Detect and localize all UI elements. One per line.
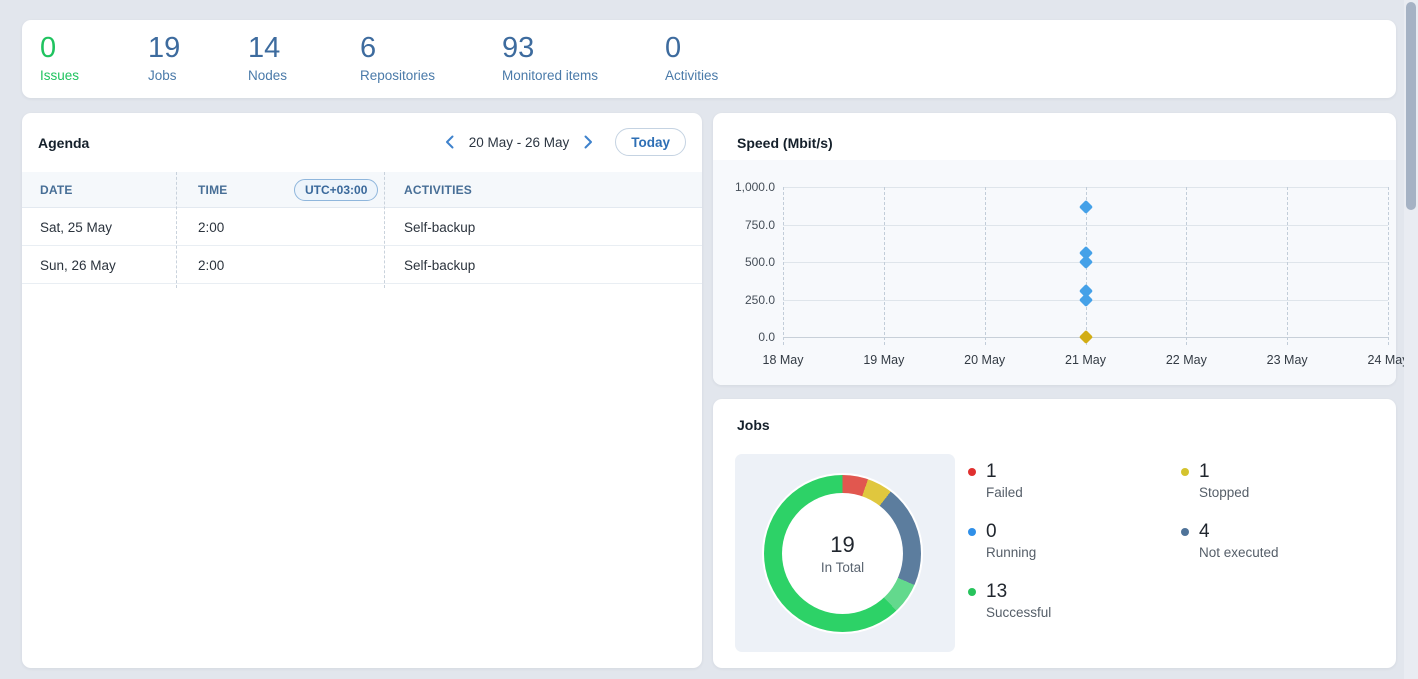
stat-repositories-label: Repositories <box>360 68 435 83</box>
v-gridline <box>1186 187 1187 345</box>
speed-plot-area <box>783 187 1388 337</box>
jobs-panel: Jobs 19 In Total 1 Failed 0 Running <box>713 399 1396 668</box>
not-executed-status-dot-icon <box>1181 528 1189 536</box>
jobs-legend-column-1: 1 Failed 0 Running 13 Successful <box>968 461 1051 641</box>
y-tick-label: 250.0 <box>715 293 775 307</box>
legend-item-not-executed[interactable]: 4 Not executed <box>1181 521 1279 581</box>
running-status-dot-icon <box>968 528 976 536</box>
x-tick-label: 21 May <box>1046 353 1126 367</box>
x-tick-label: 20 May <box>945 353 1025 367</box>
column-header-time: TIME <box>198 172 227 208</box>
agenda-panel: Agenda 20 May - 26 May Today DATE TIME U… <box>22 113 702 668</box>
agenda-title: Agenda <box>38 135 89 151</box>
stats-summary-card: 0 Issues 19 Jobs 14 Nodes 6 Repositories… <box>22 20 1396 98</box>
legend-not-executed-label: Not executed <box>1199 545 1279 560</box>
stat-activities-value: 0 <box>665 32 718 64</box>
table-row[interactable]: Sat, 25 May 2:00 Self-backup <box>22 208 702 246</box>
speed-data-point <box>1078 255 1092 269</box>
agenda-table-header: DATE TIME UTC+03:00 ACTIVITIES <box>22 172 702 208</box>
agenda-week-navigation: 20 May - 26 May Today <box>439 128 686 156</box>
utc-offset-badge[interactable]: UTC+03:00 <box>294 179 378 201</box>
stat-jobs-label: Jobs <box>148 68 180 83</box>
jobs-donut-container: 19 In Total <box>735 454 955 652</box>
jobs-legend-column-2: 1 Stopped 4 Not executed <box>1181 461 1279 581</box>
jobs-donut-center: 19 In Total <box>782 493 903 614</box>
stat-issues-value: 0 <box>40 32 79 64</box>
failed-status-dot-icon <box>968 468 976 476</box>
legend-item-running[interactable]: 0 Running <box>968 521 1051 581</box>
table-row[interactable]: Sun, 26 May 2:00 Self-backup <box>22 246 702 284</box>
cell-time: 2:00 <box>198 246 224 284</box>
cell-activity: Self-backup <box>404 246 475 284</box>
v-gridline <box>985 187 986 345</box>
previous-week-button[interactable] <box>439 131 461 153</box>
x-tick-label: 18 May <box>743 353 823 367</box>
date-range-label: 20 May - 26 May <box>469 135 570 150</box>
column-divider <box>384 172 385 288</box>
column-header-date: DATE <box>40 172 73 208</box>
legend-running-value: 0 <box>986 521 1051 543</box>
cell-activity: Self-backup <box>404 208 475 246</box>
legend-stopped-label: Stopped <box>1199 485 1279 500</box>
x-tick-label: 22 May <box>1146 353 1226 367</box>
stat-nodes-value: 14 <box>248 32 287 64</box>
legend-running-label: Running <box>986 545 1051 560</box>
legend-not-executed-value: 4 <box>1199 521 1279 543</box>
v-gridline <box>1388 187 1389 345</box>
today-button[interactable]: Today <box>615 128 686 156</box>
speed-data-point <box>1078 293 1092 307</box>
legend-item-stopped[interactable]: 1 Stopped <box>1181 461 1279 521</box>
cell-time: 2:00 <box>198 208 224 246</box>
v-gridline <box>884 187 885 345</box>
cell-date: Sun, 26 May <box>40 246 116 284</box>
x-tick-label: 23 May <box>1247 353 1327 367</box>
stat-activities[interactable]: 0 Activities <box>665 32 718 83</box>
jobs-donut-chart: 19 In Total <box>764 475 921 632</box>
jobs-total-label: In Total <box>821 560 864 575</box>
stat-monitored-items-value: 93 <box>502 32 598 64</box>
stat-monitored-items[interactable]: 93 Monitored items <box>502 32 598 83</box>
legend-item-failed[interactable]: 1 Failed <box>968 461 1051 521</box>
legend-failed-value: 1 <box>986 461 1051 483</box>
speed-chart-title: Speed (Mbit/s) <box>737 135 833 151</box>
stat-activities-label: Activities <box>665 68 718 83</box>
column-divider <box>176 172 177 288</box>
x-tick-label: 19 May <box>844 353 924 367</box>
legend-successful-label: Successful <box>986 605 1051 620</box>
vertical-scrollbar-track[interactable] <box>1404 0 1418 679</box>
y-tick-label: 0.0 <box>715 330 775 344</box>
jobs-title: Jobs <box>737 417 770 433</box>
dashboard: 0 Issues 19 Jobs 14 Nodes 6 Repositories… <box>0 0 1418 679</box>
stat-monitored-items-label: Monitored items <box>502 68 598 83</box>
stat-nodes-label: Nodes <box>248 68 287 83</box>
stat-jobs[interactable]: 19 Jobs <box>148 32 180 83</box>
cell-date: Sat, 25 May <box>40 208 112 246</box>
y-tick-label: 500.0 <box>715 255 775 269</box>
stat-issues-label: Issues <box>40 68 79 83</box>
stopped-status-dot-icon <box>1181 468 1189 476</box>
y-tick-label: 750.0 <box>715 218 775 232</box>
legend-failed-label: Failed <box>986 485 1051 500</box>
legend-successful-value: 13 <box>986 581 1051 603</box>
next-week-button[interactable] <box>577 131 599 153</box>
jobs-total-value: 19 <box>830 532 854 558</box>
speed-chart-panel: Speed (Mbit/s) 1,000.0 750.0 500.0 250.0 0.0… <box>713 113 1396 385</box>
chevron-right-icon <box>584 135 593 149</box>
legend-item-successful[interactable]: 13 Successful <box>968 581 1051 641</box>
speed-data-point <box>1078 199 1092 213</box>
y-tick-label: 1,000.0 <box>715 180 775 194</box>
v-gridline <box>783 187 784 345</box>
v-gridline <box>1287 187 1288 345</box>
legend-stopped-value: 1 <box>1199 461 1279 483</box>
stat-repositories-value: 6 <box>360 32 435 64</box>
stat-nodes[interactable]: 14 Nodes <box>248 32 287 83</box>
stat-jobs-value: 19 <box>148 32 180 64</box>
vertical-scrollbar-thumb[interactable] <box>1406 2 1416 210</box>
column-header-activities: ACTIVITIES <box>404 172 472 208</box>
agenda-table: DATE TIME UTC+03:00 ACTIVITIES Sat, 25 M… <box>22 172 702 284</box>
stat-repositories[interactable]: 6 Repositories <box>360 32 435 83</box>
chevron-left-icon <box>445 135 454 149</box>
successful-status-dot-icon <box>968 588 976 596</box>
stat-issues[interactable]: 0 Issues <box>40 32 79 83</box>
